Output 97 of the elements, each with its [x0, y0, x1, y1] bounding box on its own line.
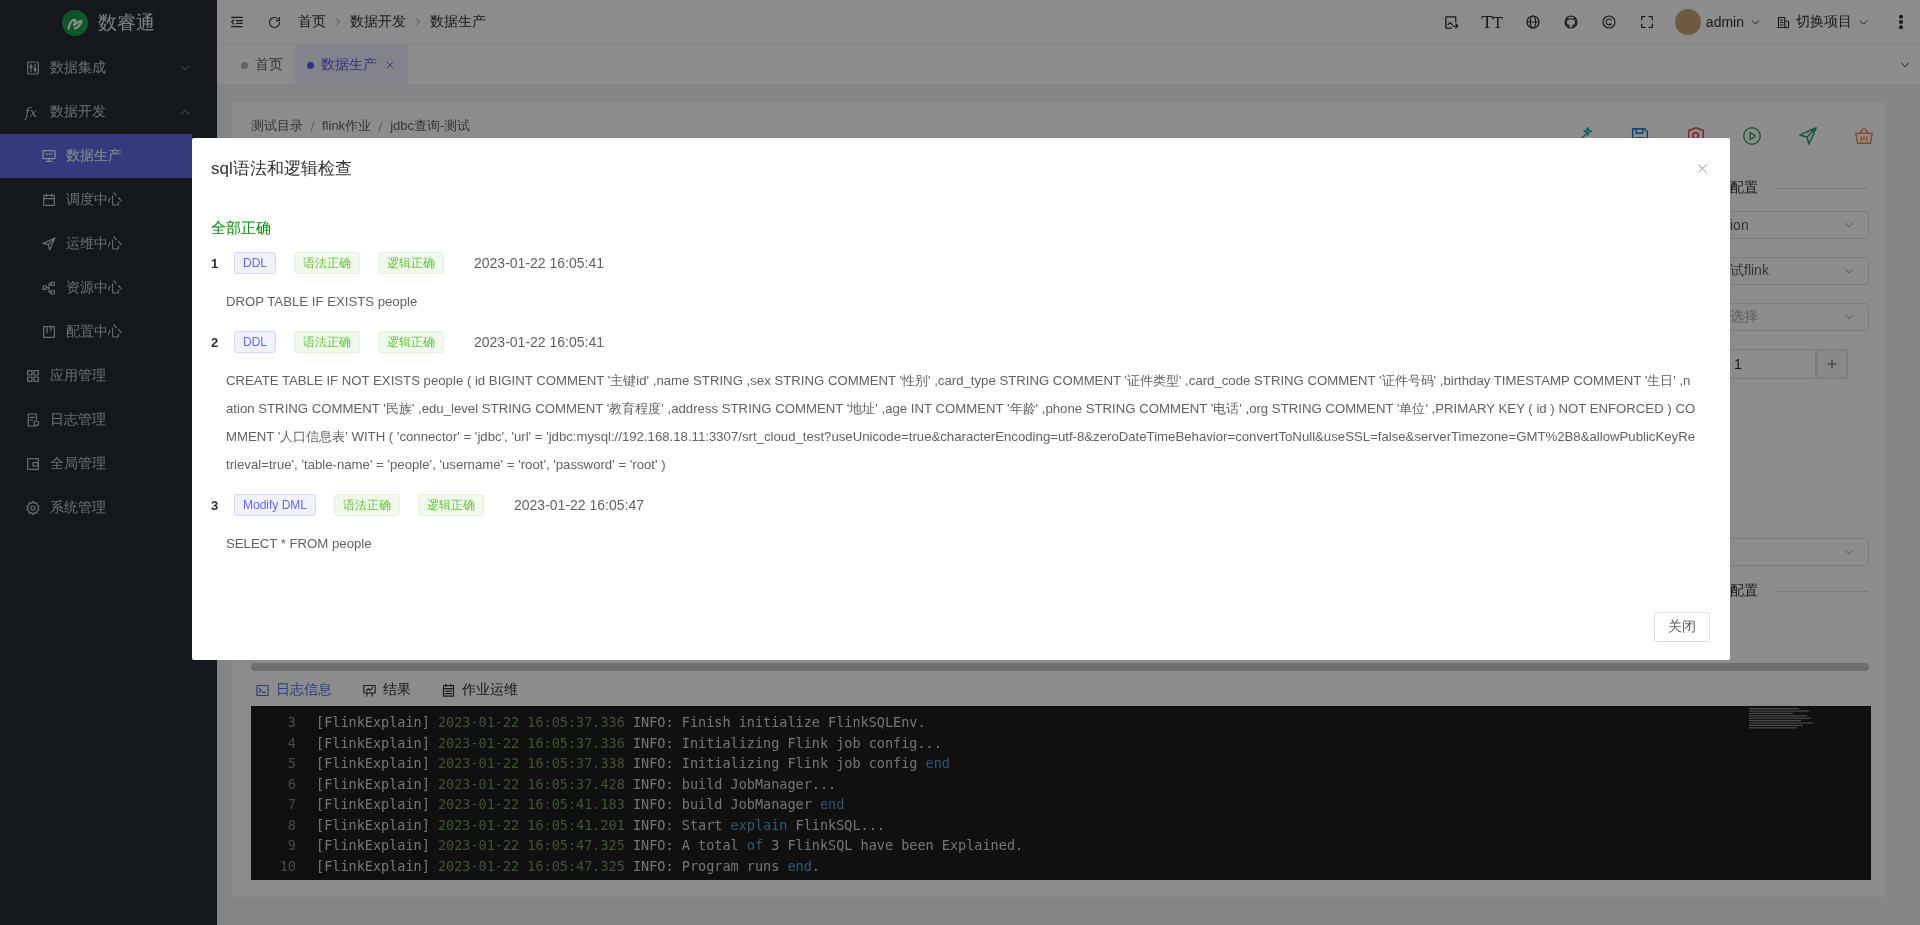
- breadcrumb-link[interactable]: flink作业: [322, 117, 372, 135]
- close-button[interactable]: 关闭: [1654, 612, 1710, 642]
- status-text: 全部正确: [211, 218, 272, 238]
- log-line: [FlinkExplain] 2023-01-22 16:05:41.201 INFO: Start explain FlinkSQL...: [316, 815, 885, 835]
- text-size-icon[interactable]: TT: [1481, 12, 1503, 32]
- document-icon: [25, 412, 41, 428]
- avatar: [1674, 9, 1701, 35]
- status-tag: 逻辑正确: [378, 331, 444, 353]
- line-number: 8: [286, 815, 296, 835]
- sql-statement: SELECT * FROM people: [225, 535, 373, 553]
- breadcrumb-link[interactable]: 数据开发: [350, 13, 406, 31]
- line-number: 3: [286, 713, 296, 732]
- status-tag: 语法正确: [334, 494, 400, 516]
- terminal-icon: [255, 682, 270, 698]
- sql-statement: DROP TABLE IF EXISTS people: [225, 293, 419, 311]
- line-number: 4: [286, 733, 296, 753]
- close-icon[interactable]: [384, 59, 396, 71]
- app-name: 数睿通: [98, 11, 155, 35]
- sliders-icon: [25, 60, 41, 76]
- type-tag: DDL: [234, 252, 276, 274]
- sidebar-item[interactable]: 数据集成: [0, 46, 192, 90]
- calendar-list-icon: [441, 682, 456, 698]
- panel-tab[interactable]: 日志信息: [255, 674, 332, 706]
- calendar-icon: [41, 192, 57, 208]
- log-line: [FlinkExplain] 2023-01-22 16:05:37.338 INFO: Initializing Flink job config end: [316, 754, 950, 773]
- round-logo-icon[interactable]: [1562, 14, 1579, 30]
- monitor-icon: [41, 148, 57, 164]
- type-tag: Modify DML: [234, 494, 316, 516]
- result-number: 3: [211, 497, 217, 513]
- sidebar-item[interactable]: 全局管理: [0, 442, 192, 486]
- sidebar-item[interactable]: 系统管理: [0, 486, 192, 530]
- section-heading: 配置: [1730, 179, 1758, 197]
- type-tag: DDL: [234, 331, 276, 353]
- sidebar-item[interactable]: 配置中心: [0, 310, 192, 354]
- select-field[interactable]: 试flink: [1730, 257, 1869, 285]
- page-tab[interactable]: 首页: [229, 45, 295, 85]
- menu-fold-icon[interactable]: [229, 14, 245, 30]
- circled-c-icon[interactable]: [1600, 14, 1617, 30]
- sidebar-item[interactable]: 应用管理: [0, 354, 192, 398]
- timestamp: 2023-01-22 16:05:41: [474, 334, 604, 350]
- project-menu[interactable]: 切换项目: [1776, 13, 1870, 31]
- function-icon: fx: [25, 104, 41, 120]
- paper-plane-icon: [41, 236, 57, 252]
- paper-plane-icon[interactable]: [1797, 125, 1819, 147]
- plus-icon: [1825, 357, 1839, 371]
- log-line: [FlinkExplain] 2023-01-22 16:05:47.325 INFO: Program runs end.: [316, 856, 820, 876]
- sidebar-item[interactable]: fx 数据开发: [0, 90, 192, 134]
- result-number: 1: [211, 255, 217, 271]
- sql-statement: CREATE TABLE IF NOT EXISTS people ( id BIGINT COMMENT '主键id' ,name STRING ,sex STRING COMMENT '性别' ,card_type STRING COMMENT '证件类型' ,card_code STRING COMMENT '证件号码' ,birthday TIMESTAMP COMMENT '生日' ,nation STRING COMMENT '民族' ,edu_level STRING COMMENT '教育程度' ,address STRING COMMENT '地址' ,age INT COMMENT '年龄' ,phone STRING COMMENT '电话' ,org STRING COMMENT '单位' ,PRIMARY KEY ( id ) NOT ENFORCED ) COMMENT '人口信息表' WITH ( 'connector' = 'jdbc', 'url' = 'jdbc:mysql://192.168.18.11:3307/srt_cloud_test?useUnicode=true&characterEncoding=utf-8&zeroDateTimeBehavior=convertToNull&useSSL=false&serverTimezone=GMT%2B8&allowPublicKeyRetrieval=true', 'table-name' = 'people', 'username' = 'root', 'password' = 'root' ): [225, 372, 1696, 474]
- language-icon[interactable]: [1524, 14, 1541, 30]
- breadcrumb-link[interactable]: 数据生产: [430, 13, 486, 31]
- log-line: [FlinkExplain] 2023-01-22 16:05:41.183 INFO: build JobManager end: [316, 795, 845, 814]
- fullscreen-icon[interactable]: [1638, 14, 1655, 30]
- select-field[interactable]: ion: [1730, 211, 1869, 239]
- log-line: [FlinkExplain] 2023-01-22 16:05:37.428 INFO: build JobManager...: [316, 774, 837, 794]
- panel-tab[interactable]: 结果: [362, 674, 411, 706]
- select-field[interactable]: [1730, 538, 1869, 566]
- dialog-title: sql语法和逻辑检查: [211, 157, 353, 180]
- dot-icon: [307, 61, 314, 69]
- line-number: 5: [286, 754, 296, 773]
- log-line: [FlinkExplain] 2023-01-22 16:05:37.336 INFO: Initializing Flink job config...: [316, 733, 942, 753]
- refresh-icon[interactable]: [267, 14, 282, 30]
- breadcrumb-link[interactable]: 首页: [298, 13, 326, 31]
- building-icon: [1776, 14, 1791, 30]
- user-menu[interactable]: admin: [1705, 14, 1762, 30]
- sidebar-item[interactable]: 调度中心: [0, 178, 192, 222]
- page-tab[interactable]: 数据生产: [295, 45, 408, 85]
- image-export-icon[interactable]: [1442, 13, 1460, 31]
- sidebar-item[interactable]: 资源中心: [0, 266, 192, 310]
- sidebar-item[interactable]: 运维中心: [0, 222, 192, 266]
- sidebar-item[interactable]: 数据生产: [0, 134, 192, 178]
- breadcrumb-link[interactable]: jdbc查询-测试: [390, 117, 471, 135]
- dot-icon: [241, 61, 248, 69]
- logo-icon: [62, 10, 88, 36]
- section-heading: 配置: [1730, 582, 1758, 600]
- status-tag: 逻辑正确: [418, 494, 484, 516]
- log-line: [FlinkExplain] 2023-01-22 16:05:37.336 INFO: Finish initialize FlinkSQLEnv.: [316, 713, 926, 732]
- sidebar-item[interactable]: 日志管理: [0, 398, 192, 442]
- result-number: 2: [211, 334, 217, 350]
- timestamp: 2023-01-22 16:05:41: [474, 255, 604, 271]
- settings-icon: [25, 500, 41, 516]
- wallet-icon: [25, 456, 41, 472]
- status-tag: 语法正确: [294, 331, 360, 353]
- panel-tab[interactable]: 作业运维: [441, 674, 518, 706]
- log-line: [FlinkExplain] 2023-01-22 16:05:47.325 INFO: A total of 3 FlinkSQL have been Explained.: [316, 836, 1024, 855]
- line-number: 7: [286, 795, 296, 814]
- board-icon: [41, 324, 57, 340]
- nodes-icon: [41, 280, 57, 296]
- breadcrumb-link[interactable]: 测试目录: [251, 117, 303, 135]
- grid-icon: [25, 368, 41, 384]
- timestamp: 2023-01-22 16:05:47: [514, 497, 644, 513]
- chart-board-icon: [362, 682, 377, 698]
- line-number: 9: [286, 836, 296, 855]
- status-tag: 逻辑正确: [378, 252, 444, 274]
- line-number: 6: [286, 774, 296, 794]
- status-tag: 语法正确: [294, 252, 360, 274]
- line-number: 10: [278, 856, 296, 876]
